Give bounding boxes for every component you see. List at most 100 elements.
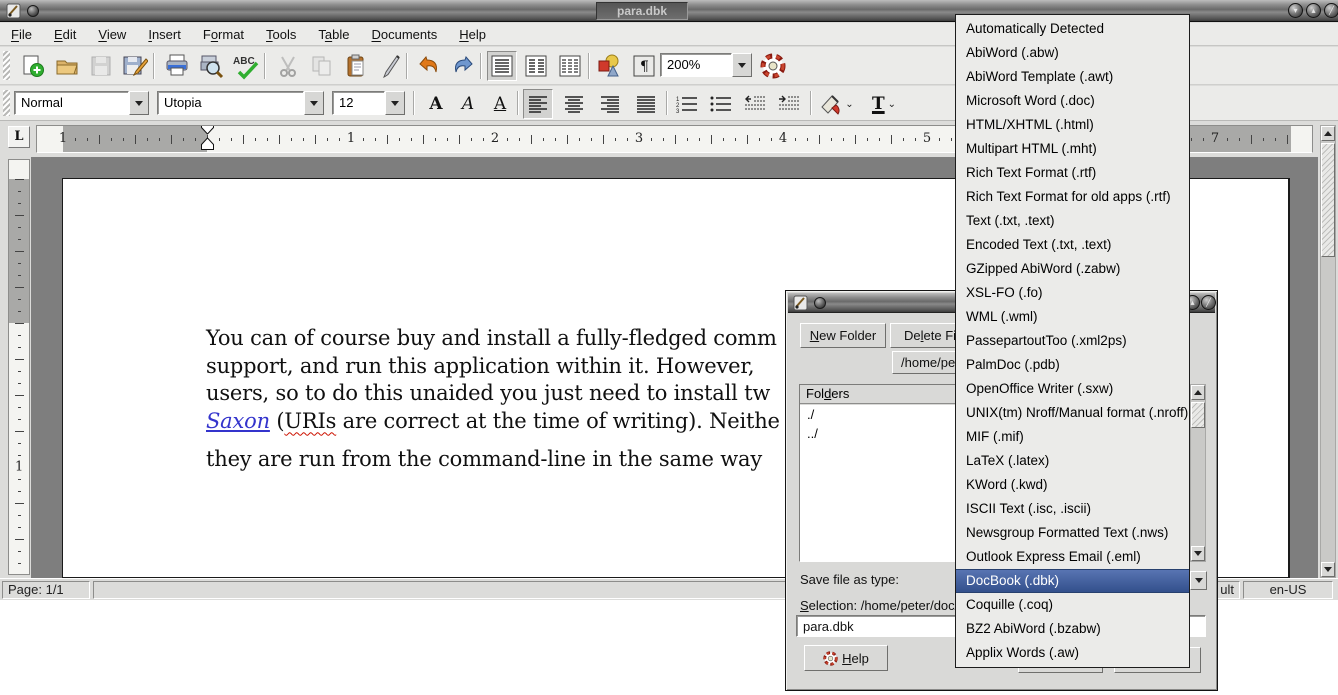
file-type-option[interactable]: AbiWord (.abw) bbox=[956, 41, 1189, 65]
tab-selector-button[interactable]: L bbox=[8, 126, 30, 148]
scroll-down-button[interactable] bbox=[1321, 562, 1335, 577]
copy-button[interactable] bbox=[307, 51, 337, 81]
file-type-option[interactable]: PassepartoutToo (.xml2ps) bbox=[956, 329, 1189, 353]
menu-item-help[interactable]: Help bbox=[448, 24, 497, 45]
file-type-option[interactable]: BZ2 AbiWord (.bzabw) bbox=[956, 617, 1189, 641]
file-type-option[interactable]: Text (.txt, .text) bbox=[956, 209, 1189, 233]
file-type-dropdown-arrow[interactable] bbox=[1190, 571, 1207, 590]
file-type-option[interactable]: MIF (.mif) bbox=[956, 425, 1189, 449]
files-scrollbar-thumb[interactable] bbox=[1191, 402, 1205, 428]
menu-item-edit[interactable]: Edit bbox=[43, 24, 87, 45]
menu-item-file[interactable]: File bbox=[0, 24, 43, 45]
style-dropdown-arrow[interactable] bbox=[129, 91, 149, 115]
file-type-option[interactable]: Multipart HTML (.mht) bbox=[956, 137, 1189, 161]
file-type-option[interactable]: Newsgroup Formatted Text (.nws) bbox=[956, 521, 1189, 545]
show-formatting-button[interactable]: ¶ bbox=[629, 51, 659, 81]
size-value[interactable]: 12 bbox=[332, 91, 385, 115]
align-left-button[interactable] bbox=[523, 89, 553, 119]
size-dropdown-arrow[interactable] bbox=[385, 91, 405, 115]
font-combobox[interactable]: Utopia bbox=[157, 91, 324, 115]
file-type-option[interactable]: Encoded Text (.txt, .text) bbox=[956, 233, 1189, 257]
print-preview-button[interactable] bbox=[196, 51, 226, 81]
menu-item-insert[interactable]: Insert bbox=[137, 24, 192, 45]
align-right-button[interactable] bbox=[595, 89, 625, 119]
italic-button[interactable]: A bbox=[453, 89, 483, 119]
files-scrollbar[interactable] bbox=[1190, 384, 1206, 562]
bullet-list-button[interactable] bbox=[706, 89, 736, 119]
new-folder-button[interactable]: New Folder bbox=[800, 323, 886, 348]
file-type-option[interactable]: Outlook Express Email (.eml) bbox=[956, 545, 1189, 569]
maximize-button[interactable]: ▴ bbox=[1306, 3, 1321, 18]
one-column-button[interactable] bbox=[487, 51, 517, 81]
bold-button[interactable]: A bbox=[421, 89, 451, 119]
save-as-button[interactable] bbox=[120, 51, 150, 81]
insert-symbol-button[interactable] bbox=[595, 51, 625, 81]
save-button[interactable] bbox=[86, 51, 116, 81]
file-type-option[interactable]: KWord (.kwd) bbox=[956, 473, 1189, 497]
file-type-option[interactable]: Rich Text Format for old apps (.rtf) bbox=[956, 185, 1189, 209]
menu-item-tools[interactable]: Tools bbox=[255, 24, 307, 45]
file-type-option[interactable]: Rich Text Format (.rtf) bbox=[956, 161, 1189, 185]
zoom-value[interactable]: 200% bbox=[660, 53, 732, 77]
two-columns-button[interactable] bbox=[521, 51, 551, 81]
zoom-dropdown-arrow[interactable] bbox=[732, 53, 752, 77]
file-type-option[interactable]: Microsoft Word (.doc) bbox=[956, 89, 1189, 113]
file-type-option[interactable]: GZipped AbiWord (.zabw) bbox=[956, 257, 1189, 281]
increase-indent-button[interactable] bbox=[774, 89, 804, 119]
paste-button[interactable] bbox=[341, 51, 371, 81]
close-button[interactable]: ╱ bbox=[1324, 3, 1338, 18]
spellcheck-button[interactable]: ABC bbox=[230, 51, 260, 81]
toolbar-grip[interactable] bbox=[3, 51, 10, 80]
files-scroll-up-button[interactable] bbox=[1191, 385, 1205, 400]
window-menu-button[interactable] bbox=[27, 5, 39, 17]
file-type-option[interactable]: LaTeX (.latex) bbox=[956, 449, 1189, 473]
open-button[interactable] bbox=[52, 51, 82, 81]
menu-item-documents[interactable]: Documents bbox=[361, 24, 449, 45]
size-combobox[interactable]: 12 bbox=[332, 91, 405, 115]
menu-item-format[interactable]: Format bbox=[192, 24, 255, 45]
undo-button[interactable] bbox=[414, 51, 444, 81]
scroll-up-button[interactable] bbox=[1321, 126, 1335, 141]
dialog-close-button[interactable]: ╱ bbox=[1201, 295, 1216, 310]
scrollbar-thumb[interactable] bbox=[1321, 143, 1335, 257]
file-type-option[interactable]: Automatically Detected bbox=[956, 17, 1189, 41]
toolbar-grip[interactable] bbox=[3, 90, 10, 116]
file-type-option[interactable]: UNIX(tm) Nroff/Manual format (.nroff) bbox=[956, 401, 1189, 425]
help-button[interactable] bbox=[758, 51, 788, 81]
print-button[interactable] bbox=[162, 51, 192, 81]
files-scroll-down-button[interactable] bbox=[1191, 546, 1205, 561]
style-combobox[interactable]: Normal bbox=[14, 91, 149, 115]
vertical-ruler[interactable]: 1 bbox=[8, 159, 30, 575]
three-columns-button[interactable] bbox=[555, 51, 585, 81]
dialog-menu-button[interactable] bbox=[814, 297, 826, 309]
file-type-option[interactable]: WML (.wml) bbox=[956, 305, 1189, 329]
new-document-button[interactable] bbox=[18, 51, 48, 81]
cut-button[interactable] bbox=[273, 51, 303, 81]
decrease-indent-button[interactable] bbox=[740, 89, 770, 119]
file-type-option[interactable]: PalmDoc (.pdb) bbox=[956, 353, 1189, 377]
shade-button[interactable]: ▾ bbox=[1288, 3, 1303, 18]
file-type-option[interactable]: Coquille (.coq) bbox=[956, 593, 1189, 617]
menu-item-table[interactable]: Table bbox=[307, 24, 360, 45]
font-dropdown-arrow[interactable] bbox=[304, 91, 324, 115]
vertical-scrollbar[interactable] bbox=[1320, 125, 1336, 578]
file-type-option[interactable]: DocBook (.dbk) bbox=[956, 569, 1189, 593]
language-indicator[interactable]: en-US bbox=[1243, 581, 1333, 599]
file-type-option[interactable]: HTML/XHTML (.html) bbox=[956, 113, 1189, 137]
font-value[interactable]: Utopia bbox=[157, 91, 304, 115]
style-value[interactable]: Normal bbox=[14, 91, 129, 115]
file-type-option[interactable]: AbiWord Template (.awt) bbox=[956, 65, 1189, 89]
align-justify-button[interactable] bbox=[631, 89, 661, 119]
indent-markers[interactable] bbox=[200, 125, 215, 151]
file-type-option[interactable]: Applix Words (.aw) bbox=[956, 641, 1189, 665]
highlight-color-button[interactable]: ⌄ bbox=[818, 89, 854, 119]
stylus-button[interactable] bbox=[375, 51, 405, 81]
abiword-app-icon[interactable] bbox=[6, 3, 22, 19]
dialog-help-button[interactable]: Help bbox=[804, 645, 888, 671]
chevron-down-icon[interactable]: ⌄ bbox=[888, 99, 896, 110]
file-type-option[interactable]: XSL-FO (.fo) bbox=[956, 281, 1189, 305]
chevron-down-icon[interactable]: ⌄ bbox=[845, 99, 853, 110]
align-center-button[interactable] bbox=[559, 89, 589, 119]
underline-button[interactable]: A bbox=[485, 89, 515, 119]
font-color-button[interactable]: T ⌄ bbox=[866, 89, 902, 119]
